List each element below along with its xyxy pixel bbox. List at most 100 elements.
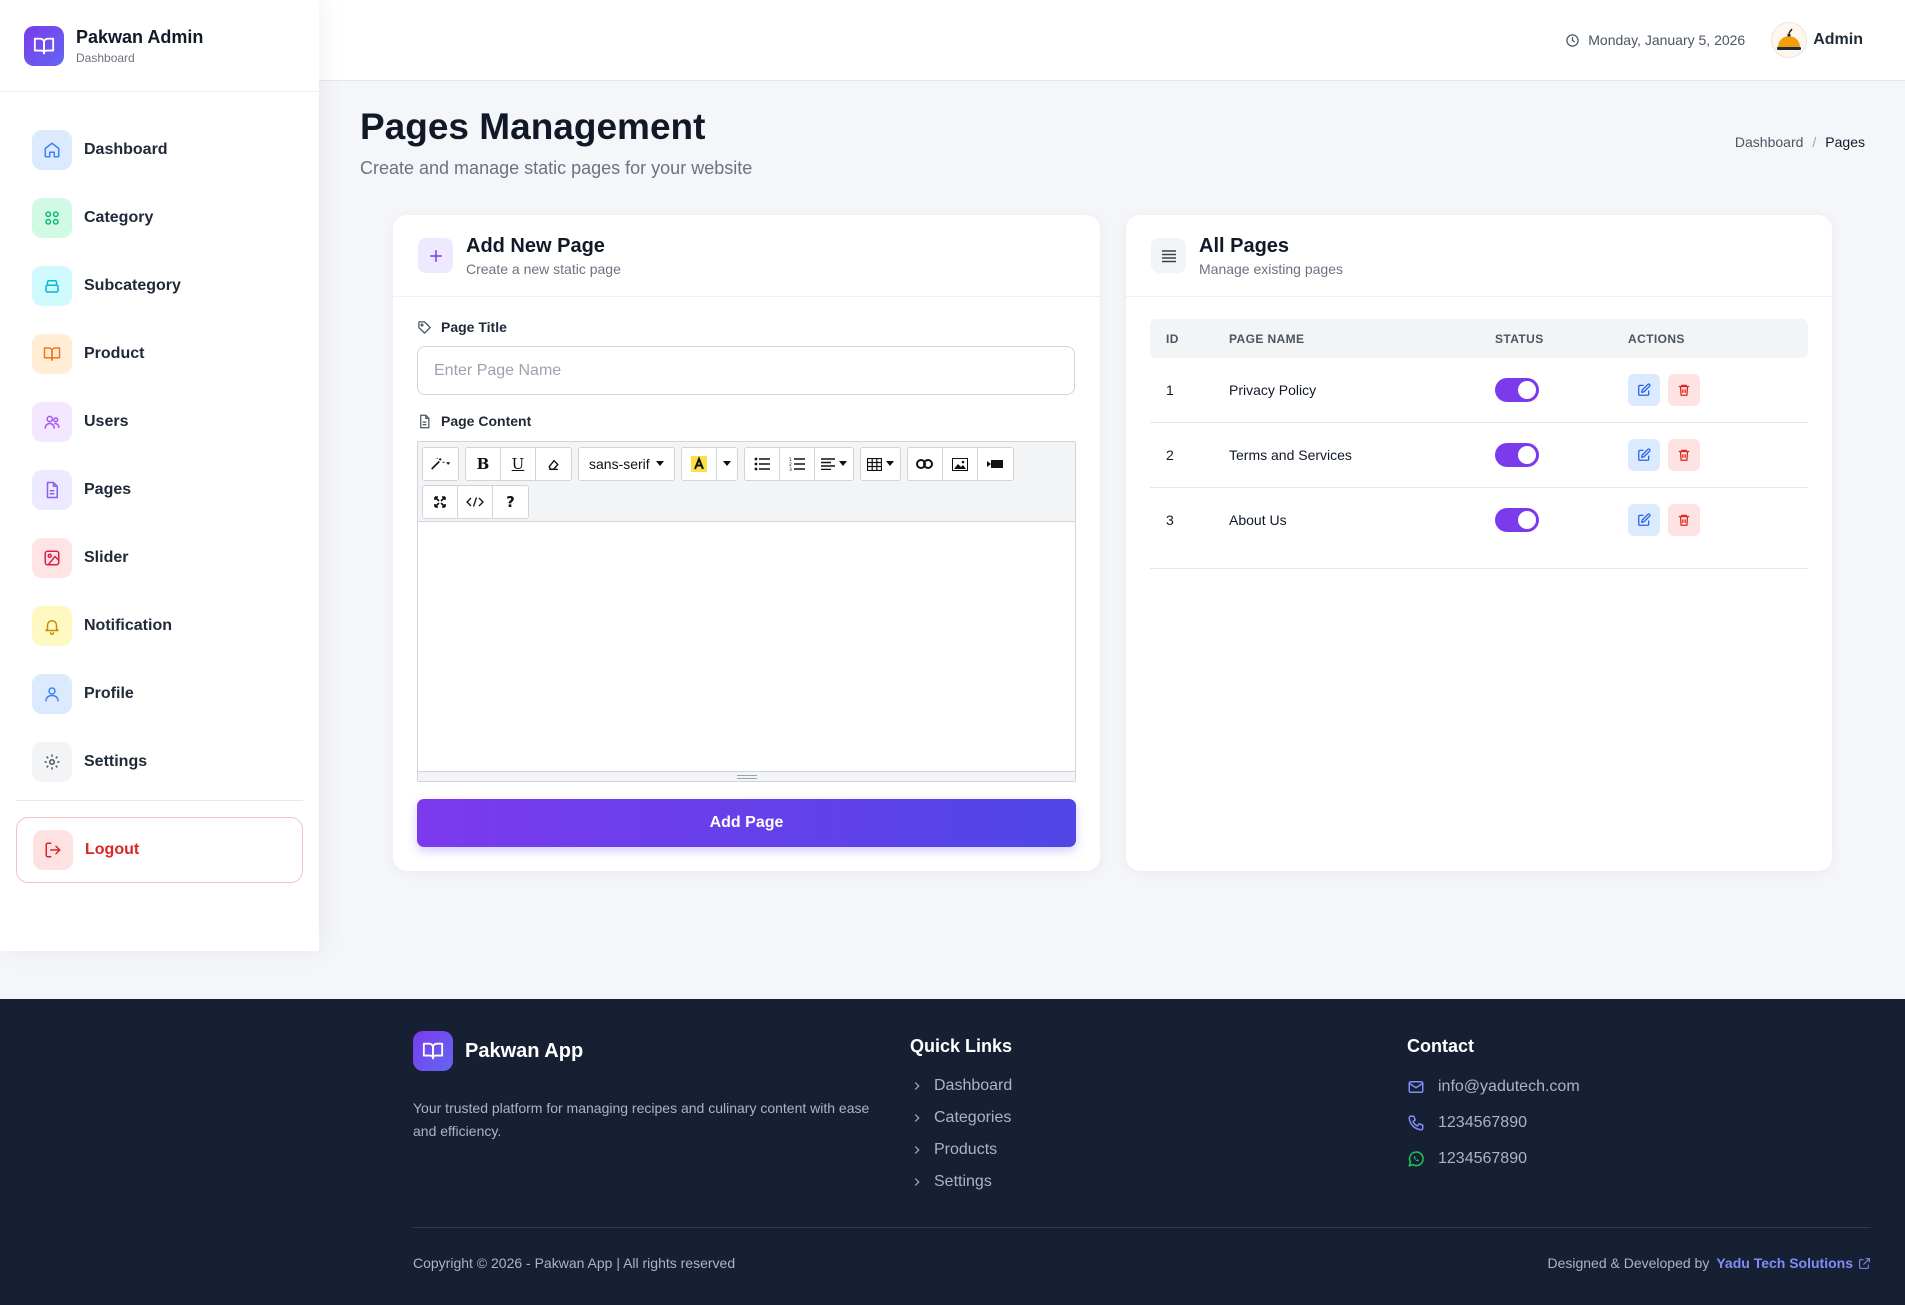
page-header: Pages Management Create and manage stati… <box>360 106 752 179</box>
footer-quick-links: Quick Links Dashboard Categories Product… <box>910 1031 1012 1198</box>
row-id: 3 <box>1166 512 1174 528</box>
footer-link-categories[interactable]: Categories <box>910 1102 1012 1134</box>
bullet-list-icon <box>754 457 770 471</box>
numbered-list-button[interactable]: 123 <box>780 448 815 480</box>
column-header-id: ID <box>1166 331 1179 346</box>
phone-icon <box>1408 1115 1424 1131</box>
caret-down-icon <box>838 461 847 466</box>
brand[interactable]: Pakwan Admin Dashboard <box>0 0 319 92</box>
topbar: Monday, January 5, 2026 Admin <box>319 0 1905 81</box>
bullet-list-button[interactable] <box>745 448 780 480</box>
column-header-page-name: PAGE NAME <box>1229 331 1305 346</box>
sidebar-item-notification[interactable]: Notification <box>16 592 303 660</box>
numbered-list-icon: 123 <box>789 457 805 471</box>
fullscreen-button[interactable] <box>423 486 458 518</box>
current-date: Monday, January 5, 2026 <box>1565 32 1745 48</box>
sidebar-item-label: Pages <box>84 481 132 498</box>
insert-video-button[interactable] <box>978 448 1013 480</box>
footer-link-products[interactable]: Products <box>910 1134 1012 1166</box>
sidebar-item-subcategory[interactable]: Subcategory <box>16 252 303 320</box>
logout-button[interactable]: Logout <box>16 817 303 883</box>
tag-icon <box>418 320 431 334</box>
trash-icon <box>1678 514 1690 526</box>
fullscreen-icon <box>434 496 446 508</box>
sidebar-item-label: Dashboard <box>84 141 168 158</box>
gear-icon <box>32 742 72 782</box>
sidebar-item-settings[interactable]: Settings <box>16 728 303 796</box>
users-icon <box>32 402 72 442</box>
column-header-actions: ACTIONS <box>1628 331 1685 346</box>
delete-button[interactable] <box>1668 504 1700 536</box>
quick-links-heading: Quick Links <box>910 1036 1013 1056</box>
delete-button[interactable] <box>1668 439 1700 471</box>
copyright: Copyright © 2026 - Pakwan App | All righ… <box>413 1255 736 1271</box>
sidebar-item-pages[interactable]: Pages <box>16 456 303 524</box>
add-page-button[interactable]: Add Page <box>417 799 1076 847</box>
footer-link-label: Settings <box>934 1173 992 1190</box>
code-icon <box>466 497 484 507</box>
chevron-right-icon <box>914 1146 920 1154</box>
sidebar-item-label: Notification <box>84 617 172 634</box>
add-page-subtitle: Create a new static page <box>466 260 621 277</box>
delete-button[interactable] <box>1668 374 1700 406</box>
sidebar-item-label: Product <box>84 345 145 362</box>
row-id: 2 <box>1166 447 1174 463</box>
table-dropdown[interactable] <box>861 448 900 480</box>
page-title-input[interactable] <box>417 346 1075 395</box>
credit-company-link[interactable]: Yadu Tech Solutions <box>1716 1255 1853 1271</box>
edit-button[interactable] <box>1628 374 1660 406</box>
status-toggle[interactable] <box>1495 508 1539 532</box>
sidebar-item-dashboard[interactable]: Dashboard <box>16 116 303 184</box>
file-icon <box>32 470 72 510</box>
contact-email-text: info@yadutech.com <box>1438 1078 1580 1095</box>
page-content-label-text: Page Content <box>441 413 532 429</box>
contact-email[interactable]: info@yadutech.com <box>1407 1069 1580 1105</box>
contact-phone-text: 1234567890 <box>1438 1114 1527 1131</box>
mail-icon <box>1408 1081 1424 1093</box>
paragraph-align-dropdown[interactable] <box>815 448 853 480</box>
home-icon <box>32 130 72 170</box>
breadcrumb: Dashboard / Pages <box>1735 134 1865 150</box>
editor-content-area[interactable] <box>418 522 1075 771</box>
sidebar-item-users[interactable]: Users <box>16 388 303 456</box>
sidebar-item-product[interactable]: Product <box>16 320 303 388</box>
breadcrumb-dashboard-link[interactable]: Dashboard <box>1735 134 1804 150</box>
contact-whatsapp[interactable]: 1234567890 <box>1407 1141 1580 1177</box>
row-page-name: Terms and Services <box>1229 447 1352 463</box>
all-pages-card-header: All Pages Manage existing pages <box>1126 215 1832 297</box>
clear-format-button[interactable] <box>536 448 571 480</box>
sidebar-item-label: Profile <box>84 685 134 702</box>
edit-button[interactable] <box>1628 439 1660 471</box>
bold-icon: B <box>476 455 490 473</box>
sidebar-item-slider[interactable]: Slider <box>16 524 303 592</box>
text-color-button[interactable] <box>682 448 717 480</box>
bold-button[interactable]: B <box>466 448 501 480</box>
magic-style-button[interactable] <box>423 448 458 480</box>
brand-subtitle: Dashboard <box>76 50 135 65</box>
text-color-dropdown[interactable] <box>717 448 737 480</box>
status-toggle[interactable] <box>1495 443 1539 467</box>
date-text: Monday, January 5, 2026 <box>1588 32 1746 48</box>
underline-button[interactable]: U <box>501 448 536 480</box>
document-icon <box>420 414 430 428</box>
insert-link-button[interactable] <box>908 448 943 480</box>
font-family-dropdown[interactable]: sans-serif <box>579 448 674 480</box>
user-menu[interactable]: Admin <box>1771 22 1863 58</box>
sidebar-item-label: Users <box>84 413 129 430</box>
code-view-button[interactable] <box>458 486 493 518</box>
footer-link-dashboard[interactable]: Dashboard <box>910 1070 1012 1102</box>
edit-button[interactable] <box>1628 504 1660 536</box>
developer-credit: Designed & Developed by Yadu Tech Soluti… <box>1547 1255 1871 1271</box>
sidebar-item-category[interactable]: Category <box>16 184 303 252</box>
footer-link-settings[interactable]: Settings <box>910 1166 1012 1198</box>
status-toggle[interactable] <box>1495 378 1539 402</box>
list-icon <box>1151 238 1186 273</box>
help-button[interactable]: ? <box>493 486 528 518</box>
page-subtitle: Create and manage static pages for your … <box>360 158 753 178</box>
insert-image-button[interactable] <box>943 448 978 480</box>
sidebar-item-profile[interactable]: Profile <box>16 660 303 728</box>
trash-icon <box>1678 449 1690 461</box>
editor-resize-handle[interactable] <box>418 771 1075 781</box>
contact-phone[interactable]: 1234567890 <box>1407 1105 1580 1141</box>
video-icon <box>987 460 1004 468</box>
